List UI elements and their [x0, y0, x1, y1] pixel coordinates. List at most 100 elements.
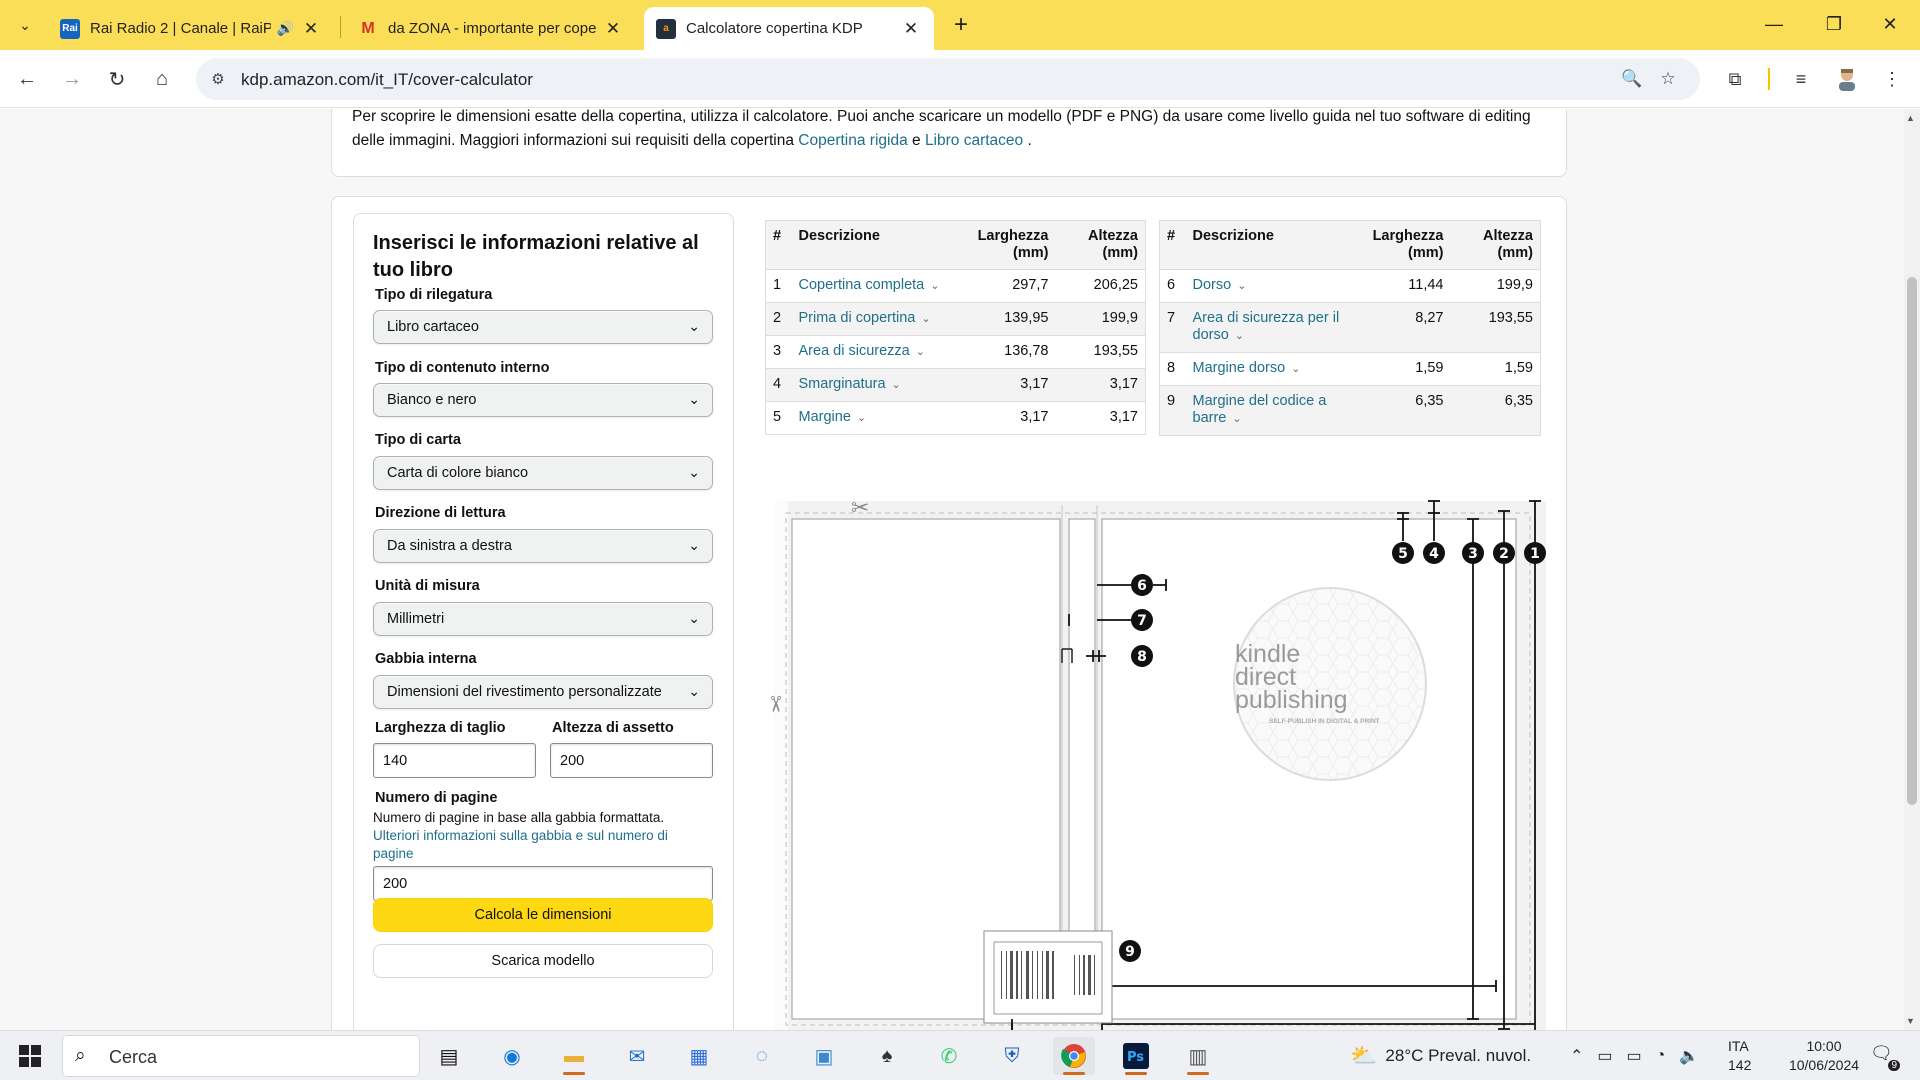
row-description[interactable]: Margine ⌄ [791, 401, 964, 435]
new-tab-plus-icon[interactable]: + [946, 10, 976, 40]
row-description-link[interactable]: Margine [799, 409, 851, 425]
paper-select[interactable]: Carta di colore bianco ⌄ [373, 456, 713, 490]
close-tab-icon[interactable]: ✕ [602, 18, 624, 40]
binding-select[interactable]: Libro cartaceo ⌄ [373, 310, 713, 344]
language-indicator[interactable]: ITA 142 [1728, 1037, 1751, 1075]
chevron-down-icon[interactable]: ⌄ [930, 280, 939, 292]
trim-select[interactable]: Dimensioni del rivestimento personalizza… [373, 675, 713, 709]
weather-widget[interactable]: ⛅ 28°C Preval. nuvol. [1350, 1031, 1531, 1080]
tab-kdp-calculator[interactable]: a Calcolatore copertina KDP ✕ [644, 7, 934, 50]
chrome-icon[interactable] [1053, 1037, 1095, 1075]
store-icon[interactable]: ▦ [678, 1037, 720, 1075]
speaker-icon[interactable]: 🔊 [277, 20, 294, 37]
battery-icon[interactable]: ▭ [1627, 1046, 1642, 1066]
wifi-icon[interactable]: ◔ [1656, 1047, 1666, 1065]
close-tab-icon[interactable]: ✕ [300, 18, 322, 40]
unit-value: Millimetri [387, 611, 445, 627]
row-description[interactable]: Copertina completa ⌄ [791, 269, 964, 303]
direction-value: Da sinistra a destra [387, 538, 512, 554]
trim-width-input[interactable]: 140 [373, 743, 536, 778]
solitaire-icon[interactable]: ♠ [866, 1037, 908, 1075]
row-description[interactable]: Margine dorso ⌄ [1185, 352, 1359, 386]
clock[interactable]: 10:00 10/06/2024 [1782, 1037, 1866, 1075]
site-info-icon[interactable]: ⚙ [206, 67, 230, 91]
back-arrow-icon[interactable]: ← [10, 62, 44, 96]
direction-label: Direzione di lettura [375, 505, 506, 521]
taskbar-search[interactable]: ⌕ Cerca [62, 1035, 420, 1077]
chevron-down-icon[interactable]: ⌄ [857, 412, 866, 424]
profile-avatar-icon[interactable] [1830, 62, 1864, 96]
row-description[interactable]: Prima di copertina ⌄ [791, 302, 964, 336]
row-description-link[interactable]: Area di sicurezza [799, 343, 910, 359]
tab-search-chevron-icon[interactable]: ⌄ [10, 10, 40, 40]
scroll-up-arrow-icon[interactable]: ▲ [1906, 113, 1915, 123]
row-description[interactable]: Area di sicurezza per il dorso ⌄ [1185, 302, 1359, 353]
paperback-link[interactable]: Libro cartaceo [925, 132, 1023, 149]
row-description[interactable]: Dorso ⌄ [1185, 269, 1359, 303]
chat-icon[interactable]: ◌ [741, 1037, 783, 1075]
control-panel-icon[interactable]: ▣ [803, 1037, 845, 1075]
direction-select[interactable]: Da sinistra a destra ⌄ [373, 529, 713, 563]
volume-icon[interactable]: 🔈 [1679, 1046, 1699, 1066]
chevron-down-icon[interactable]: ⌄ [1232, 413, 1241, 425]
home-icon[interactable]: ⌂ [145, 62, 179, 96]
download-template-button[interactable]: Scarica modello [373, 944, 713, 978]
page-count-input[interactable]: 200 [373, 866, 713, 901]
chevron-up-icon[interactable]: ⌃ [1570, 1046, 1583, 1066]
forward-arrow-icon[interactable]: → [55, 62, 89, 96]
hardcover-link[interactable]: Copertina rigida [798, 132, 907, 149]
file-explorer-icon[interactable]: ▬ [553, 1037, 595, 1075]
chevron-down-icon[interactable]: ⌄ [1235, 330, 1244, 342]
url-text[interactable]: kdp.amazon.com/it_IT/cover-calculator [241, 70, 533, 90]
task-view-icon[interactable]: ▤ [428, 1037, 470, 1075]
chevron-down-icon[interactable]: ⌄ [916, 346, 925, 358]
extensions-icon[interactable]: ⧉ [1718, 62, 1752, 96]
row-description-link[interactable]: Copertina completa [799, 277, 925, 293]
marker-2: 2 [1493, 542, 1515, 564]
restore-icon[interactable]: ❐ [1814, 8, 1854, 40]
zoom-icon[interactable]: 🔍 [1620, 67, 1644, 91]
row-description-link[interactable]: Margine dorso [1193, 360, 1286, 376]
chevron-down-icon[interactable]: ⌄ [892, 379, 901, 391]
edge-icon[interactable]: ◉ [491, 1037, 533, 1075]
tab-rai-radio[interactable]: Rai Rai Radio 2 | Canale | RaiPla 🔊 ✕ [48, 7, 334, 50]
row-description[interactable]: Area di sicurezza ⌄ [791, 335, 964, 369]
minimize-icon[interactable]: — [1754, 8, 1794, 40]
reload-icon[interactable]: ↻ [100, 62, 134, 96]
notepad-icon[interactable]: ▥ [1177, 1037, 1219, 1075]
calculate-button[interactable]: Calcola le dimensioni [373, 898, 713, 932]
chevron-down-icon[interactable]: ⌄ [1291, 363, 1300, 375]
chrome-menu-icon[interactable]: ⋮ [1875, 62, 1909, 96]
page-scrollbar[interactable]: ▲ ▼ [1904, 109, 1920, 1030]
cloud-sun-icon: ⛅ [1350, 1043, 1378, 1068]
row-description-link[interactable]: Margine del codice a barre [1193, 393, 1327, 426]
whatsapp-icon[interactable]: ✆ [928, 1037, 970, 1075]
close-window-icon[interactable]: ✕ [1870, 8, 1910, 40]
dimensions-table-right: # Descrizione Larghezza (mm) Altezza (mm… [1159, 220, 1541, 436]
page-count-info-link[interactable]: Ulteriori informazioni sulla gabbia e su… [373, 827, 693, 863]
trim-height-input[interactable]: 200 [550, 743, 713, 778]
chevron-down-icon[interactable]: ⌄ [1237, 280, 1246, 292]
chevron-down-icon[interactable]: ⌄ [921, 313, 930, 325]
address-bar[interactable]: ⚙ kdp.amazon.com/it_IT/cover-calculator … [196, 58, 1700, 100]
bookmark-star-icon[interactable]: ☆ [1656, 67, 1680, 91]
photoshop-icon[interactable]: Ps [1115, 1037, 1157, 1075]
close-tab-icon[interactable]: ✕ [900, 18, 922, 40]
meet-icon[interactable]: ▭ [1597, 1046, 1612, 1066]
row-description-link[interactable]: Prima di copertina [799, 310, 916, 326]
mail-icon[interactable]: ✉ [616, 1037, 658, 1075]
row-description[interactable]: Smarginatura ⌄ [791, 368, 964, 402]
row-description-link[interactable]: Dorso [1193, 277, 1232, 293]
windows-start-icon[interactable] [10, 1041, 50, 1071]
row-description[interactable]: Margine del codice a barre ⌄ [1185, 385, 1359, 436]
unit-select[interactable]: Millimetri ⌄ [373, 602, 713, 636]
shield-icon[interactable]: ⛨ [991, 1037, 1033, 1075]
notification-icon[interactable]: 🗨 9 [1870, 1043, 1900, 1071]
tab-gmail[interactable]: M da ZONA - importante per copert ✕ [346, 7, 636, 50]
row-description-link[interactable]: Smarginatura [799, 376, 886, 392]
interior-select[interactable]: Bianco e nero ⌄ [373, 383, 713, 417]
media-controls-icon[interactable]: ≡ [1784, 62, 1818, 96]
scroll-down-arrow-icon[interactable]: ▼ [1906, 1016, 1915, 1026]
row-description-link[interactable]: Area di sicurezza per il dorso [1193, 310, 1340, 343]
scrollbar-thumb[interactable] [1907, 277, 1917, 805]
